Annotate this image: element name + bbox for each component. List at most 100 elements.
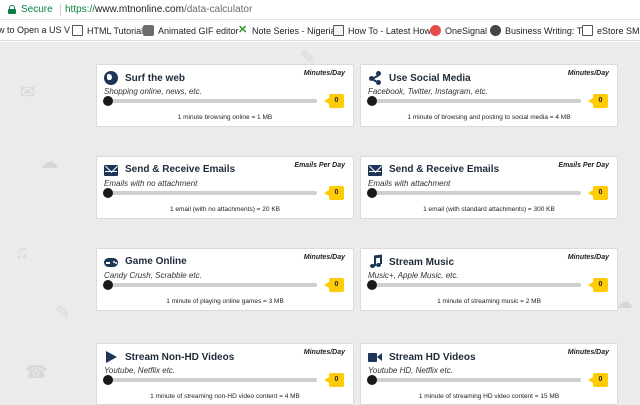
bookmark-label: eStore SMS — [597, 25, 640, 36]
bookmark-item[interactable]: Business Writing: Tha — [490, 25, 592, 36]
address-bar[interactable]: Secure https://www.mtnonline.com/data-ca… — [0, 0, 640, 20]
card-note: 1 minute of streaming music = 2 MB — [437, 298, 541, 305]
card-note: 1 minute of playing online games = 3 MB — [166, 298, 284, 305]
value-badge: 0 — [588, 278, 608, 292]
url-text[interactable]: https://www.mtnonline.com/data-calculato… — [65, 4, 252, 15]
envelope-icon — [368, 165, 382, 176]
envelope-icon — [104, 165, 118, 176]
divider — [60, 4, 61, 16]
card-header: Stream Music — [368, 254, 455, 269]
slider-track[interactable] — [371, 191, 581, 195]
bookmark-item[interactable]: Animated GIF editor — [143, 25, 239, 36]
value-badge: 0 — [324, 94, 344, 108]
card-title: Send & Receive Emails — [389, 164, 500, 175]
card-unit: Minutes/Day — [567, 70, 609, 77]
bookmark-item[interactable]: ✕ Note Series - Nigeria — [238, 25, 336, 36]
bookmark-label: Business Writing: Tha — [505, 25, 593, 36]
card-note: 1 minute of streaming HD video content =… — [418, 393, 560, 400]
bookmark-label: HTML Tutorial — [87, 25, 144, 36]
slider-track[interactable] — [371, 283, 581, 287]
card-header: Stream HD Videos — [368, 350, 476, 364]
secure-label[interactable]: Secure — [21, 4, 53, 15]
card-subtitle: Youtube HD, Netflix etc. — [368, 366, 453, 375]
bookmark-item[interactable]: w to Open a US V — [0, 25, 70, 35]
slider-track[interactable] — [107, 283, 317, 287]
card-unit: Minutes/Day — [303, 70, 345, 77]
value-badge: 0 — [588, 186, 608, 200]
music-icon — [368, 254, 382, 269]
doodle-icon: ✉ — [20, 82, 36, 102]
document-icon — [582, 25, 593, 36]
card-header: Use Social Media — [368, 71, 471, 85]
tv-icon — [333, 25, 344, 36]
bookmark-item[interactable]: eStore SMS — [582, 25, 640, 36]
bookmark-item[interactable]: OneSignal — [430, 25, 487, 36]
card-title: Stream Non-HD Videos — [125, 351, 235, 363]
slider-track[interactable] — [107, 191, 317, 195]
play-icon — [104, 350, 118, 364]
bookmarks-bar: w to Open a US V HTML Tutorial Animated … — [0, 20, 640, 41]
slider-handle[interactable] — [103, 375, 113, 385]
card-surf-web: Surf the web Minutes/Day Shopping online… — [96, 64, 354, 127]
card-title: Stream Music — [389, 256, 455, 268]
slider-track[interactable] — [107, 378, 317, 382]
card-emails-with-attachment: Send & Receive Emails Emails Per Day Ema… — [360, 156, 618, 219]
card-subtitle: Youtube, Netflix etc. — [104, 366, 176, 375]
lock-icon[interactable] — [8, 5, 16, 14]
slider-handle[interactable] — [367, 375, 377, 385]
slider-handle[interactable] — [367, 280, 377, 290]
slider-handle[interactable] — [103, 96, 113, 106]
card-title: Send & Receive Emails — [125, 164, 236, 175]
card-title: Surf the web — [125, 72, 186, 84]
value-badge: 0 — [588, 373, 608, 387]
card-note: 1 minute of streaming non-HD video conte… — [150, 393, 300, 400]
value-badge: 0 — [324, 186, 344, 200]
url-host: www.mtnonline.com — [95, 4, 184, 15]
card-unit: Emails Per Day — [558, 162, 609, 169]
doodle-icon: ♫ — [15, 242, 29, 262]
card-note: 1 minute browsing online = 1 MB — [177, 114, 273, 121]
bookmark-label: OneSignal — [445, 25, 488, 36]
x-icon: ✕ — [238, 24, 248, 36]
card-note: 1 email (with standard attachments) = 30… — [423, 206, 555, 213]
card-game-online: Game Online Minutes/Day Candy Crush, Scr… — [96, 248, 354, 311]
slider-handle[interactable] — [103, 280, 113, 290]
card-note: 1 email (with no attachments) = 20 KB — [169, 206, 280, 213]
slider-handle[interactable] — [103, 188, 113, 198]
card-subtitle: Candy Crush, Scrabble etc. — [104, 271, 202, 280]
card-stream-non-hd-videos: Stream Non-HD Videos Minutes/Day Youtube… — [96, 343, 354, 405]
card-title: Stream HD Videos — [389, 351, 476, 363]
slider-track[interactable] — [371, 378, 581, 382]
bookmark-label: Animated GIF editor — [158, 25, 239, 36]
bookmark-label: Note Series - Nigeria — [252, 25, 336, 36]
card-stream-hd-videos: Stream HD Videos Minutes/Day Youtube HD,… — [360, 343, 618, 405]
value-badge: 0 — [324, 373, 344, 387]
card-unit: Minutes/Day — [303, 254, 345, 261]
bookmark-item[interactable]: HTML Tutorial — [72, 25, 143, 36]
card-header: Send & Receive Emails — [104, 163, 235, 176]
page-icon — [490, 25, 501, 36]
doodle-icon: ✎ — [55, 302, 71, 322]
slider-handle[interactable] — [367, 96, 377, 106]
share-icon — [368, 71, 382, 85]
card-header: Stream Non-HD Videos — [104, 350, 234, 364]
url-path: /data-calculator — [183, 4, 253, 15]
doodle-icon: ☁ — [40, 152, 58, 172]
card-subtitle: Shopping online, news, etc. — [104, 87, 202, 96]
card-header: Game Online — [104, 255, 187, 267]
onesignal-icon — [430, 25, 441, 36]
card-subtitle: Facebook, Twitter, Instagram, etc. — [368, 87, 488, 96]
value-badge: 0 — [324, 278, 344, 292]
bookmark-item[interactable]: How To - Latest How — [333, 25, 431, 36]
globe-icon — [104, 71, 118, 85]
slider-handle[interactable] — [367, 188, 377, 198]
bookmark-label: How To - Latest How — [348, 25, 431, 36]
card-emails-no-attachment: Send & Receive Emails Emails Per Day Ema… — [96, 156, 354, 219]
card-unit: Minutes/Day — [567, 349, 609, 356]
card-stream-music: Stream Music Minutes/Day Music+, Apple M… — [360, 248, 618, 311]
slider-track[interactable] — [371, 99, 581, 103]
card-title: Game Online — [125, 255, 187, 267]
card-subtitle: Music+, Apple Music, etc. — [368, 271, 459, 280]
url-scheme: https:// — [65, 4, 96, 15]
slider-track[interactable] — [107, 99, 317, 103]
